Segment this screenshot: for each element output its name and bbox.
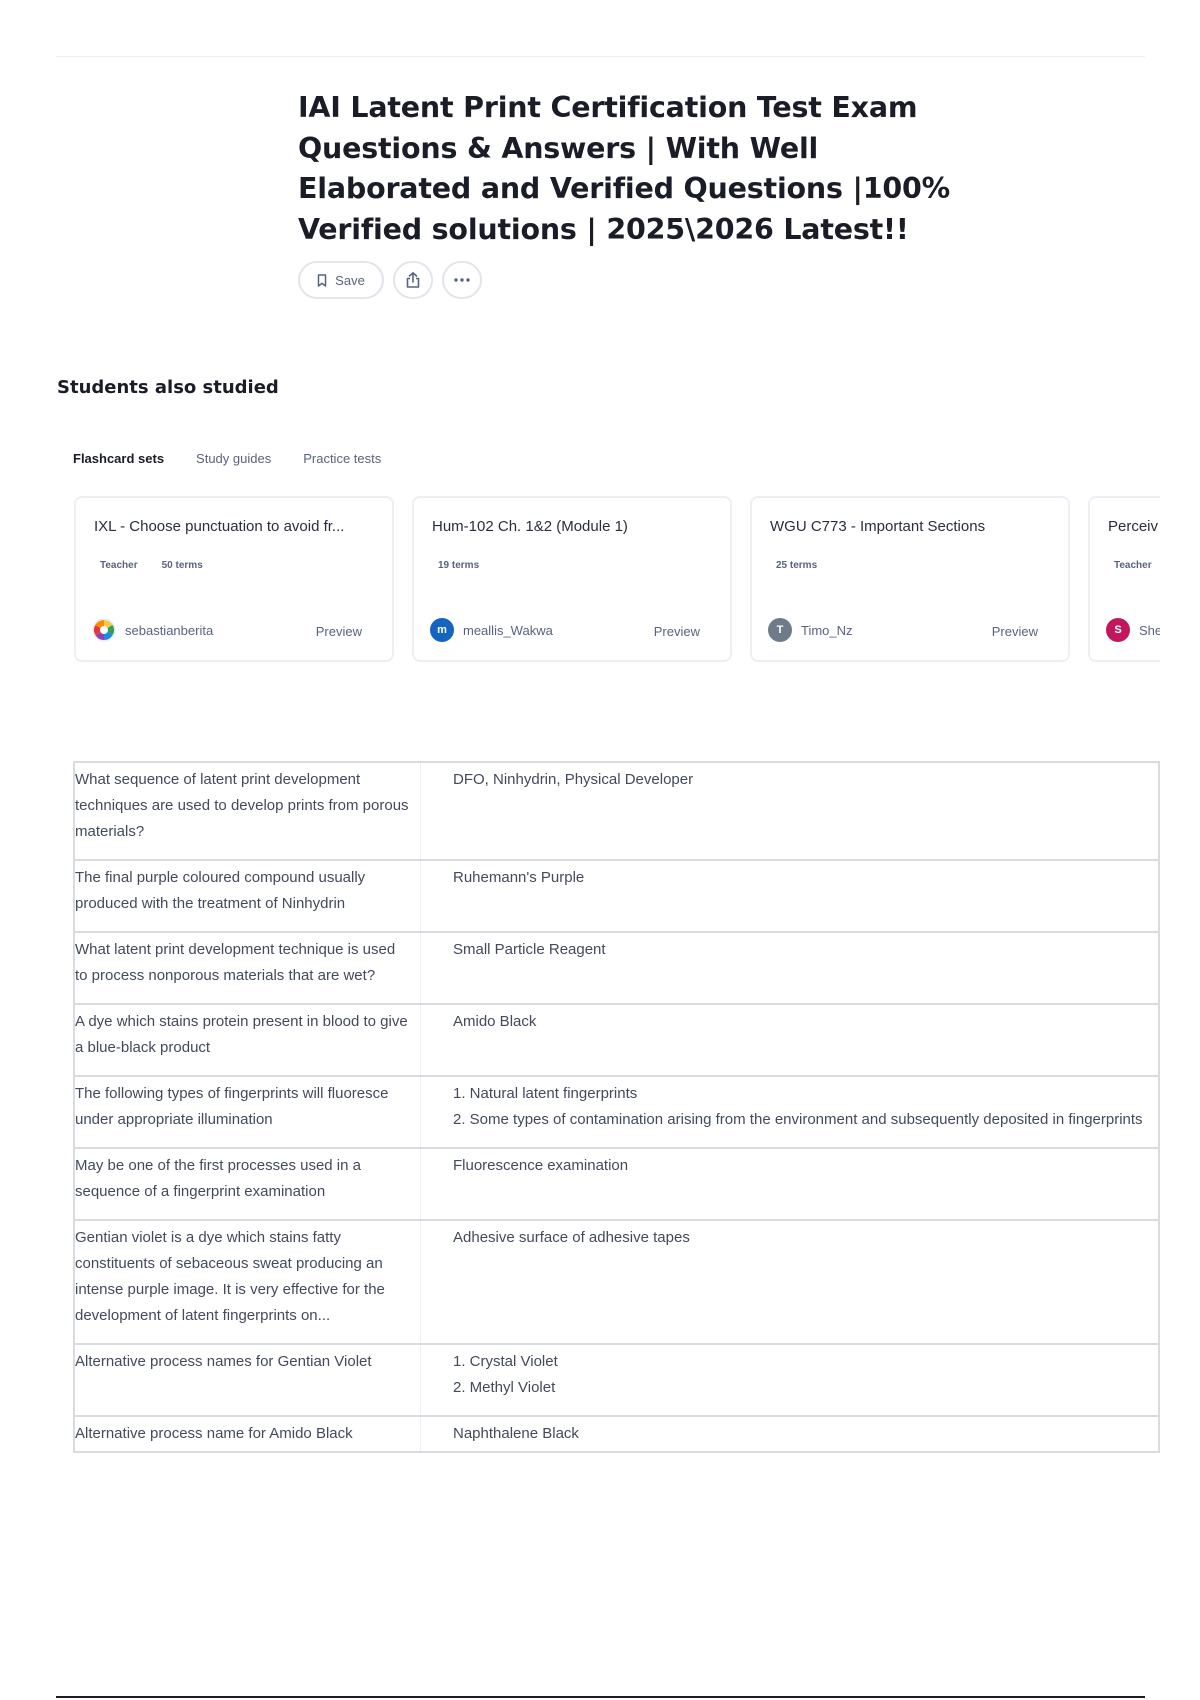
card-username[interactable]: meallis_Wakwa: [463, 623, 553, 638]
tab-study-guides[interactable]: Study guides: [196, 451, 271, 466]
study-set-card[interactable]: IXL - Choose punctuation to avoid fr... …: [74, 496, 394, 662]
card-role-label: Teacher: [100, 560, 138, 571]
table-row: Gentian violet is a dye which stains fat…: [74, 1220, 1159, 1345]
definition-cell: 1. Natural latent fingerprints 2. Some t…: [420, 1076, 1159, 1149]
term-cell: The final purple coloured compound usual…: [74, 860, 421, 933]
term-cell: Gentian violet is a dye which stains fat…: [74, 1220, 421, 1345]
term-cell: Alternative process name for Amido Black: [74, 1416, 421, 1453]
table-row: The final purple coloured compound usual…: [74, 860, 1159, 933]
card-username[interactable]: sebastianberita: [125, 623, 213, 638]
card-term-count: 25 terms: [776, 560, 818, 571]
students-also-studied-heading: Students also studied: [57, 377, 279, 398]
definition-cell: Adhesive surface of adhesive tapes: [420, 1220, 1159, 1345]
table-row: Alternative process names for Gentian Vi…: [74, 1344, 1159, 1417]
table-row: What sequence of latent print developmen…: [74, 762, 1159, 861]
card-author: m meallis_Wakwa: [430, 618, 553, 642]
share-icon: [406, 272, 420, 288]
card-preview-link[interactable]: Preview: [992, 624, 1038, 639]
table-row: Alternative process name for Amido Black…: [74, 1416, 1159, 1453]
card-title: WGU C773 - Important Sections: [770, 518, 986, 535]
card-username[interactable]: She: [1139, 623, 1160, 638]
top-divider: [56, 56, 1145, 57]
study-set-card[interactable]: WGU C773 - Important Sections 25 terms T…: [750, 496, 1070, 662]
study-set-carousel[interactable]: IXL - Choose punctuation to avoid fr... …: [74, 496, 1160, 666]
study-set-card[interactable]: Perceiv Teacher S She: [1088, 496, 1160, 662]
card-author: sebastianberita: [92, 618, 213, 642]
card-preview-link[interactable]: Preview: [316, 624, 362, 639]
card-title: IXL - Choose punctuation to avoid fr...: [94, 518, 345, 535]
tab-practice-tests[interactable]: Practice tests: [303, 451, 381, 466]
table-row: May be one of the first processes used i…: [74, 1148, 1159, 1221]
flashcard-table: What sequence of latent print developmen…: [73, 761, 1160, 1453]
share-button[interactable]: [393, 261, 433, 299]
study-type-tabs: Flashcard sets Study guides Practice tes…: [73, 451, 381, 466]
bottom-divider: [56, 1696, 1145, 1698]
avatar: T: [768, 618, 792, 642]
more-icon: [454, 278, 470, 282]
card-term-count: 50 terms: [161, 560, 203, 571]
card-username[interactable]: Timo_Nz: [801, 623, 853, 638]
card-meta: Teacher 50 terms: [100, 560, 203, 571]
term-cell: A dye which stains protein present in bl…: [74, 1004, 421, 1077]
card-meta: Teacher: [1114, 560, 1152, 571]
avatar: m: [430, 618, 454, 642]
card-author: T Timo_Nz: [768, 618, 853, 642]
term-cell: The following types of fingerprints will…: [74, 1076, 421, 1149]
card-author: S She: [1106, 618, 1160, 642]
bookmark-icon: [317, 273, 327, 287]
card-title: Hum-102 Ch. 1&2 (Module 1): [432, 518, 628, 535]
definition-cell: Small Particle Reagent: [420, 932, 1159, 1005]
card-preview-link[interactable]: Preview: [654, 624, 700, 639]
term-cell: Alternative process names for Gentian Vi…: [74, 1344, 421, 1417]
more-options-button[interactable]: [442, 261, 482, 299]
definition-cell: Ruhemann's Purple: [420, 860, 1159, 933]
page-title: IAI Latent Print Certification Test Exam…: [298, 91, 950, 246]
avatar: [92, 618, 116, 642]
term-cell: May be one of the first processes used i…: [74, 1148, 421, 1221]
table-row: The following types of fingerprints will…: [74, 1076, 1159, 1149]
study-set-card[interactable]: Hum-102 Ch. 1&2 (Module 1) 19 terms m me…: [412, 496, 732, 662]
definition-cell: DFO, Ninhydrin, Physical Developer: [420, 762, 1159, 861]
tab-flashcard-sets[interactable]: Flashcard sets: [73, 451, 164, 466]
save-button-label: Save: [335, 272, 365, 288]
action-bar: Save: [298, 261, 482, 299]
definition-cell: Naphthalene Black: [420, 1416, 1159, 1453]
card-role-label: Teacher: [1114, 560, 1152, 571]
card-term-count: 19 terms: [438, 560, 480, 571]
term-cell: What sequence of latent print developmen…: [74, 762, 421, 861]
definition-cell: Amido Black: [420, 1004, 1159, 1077]
card-title: Perceiv: [1108, 518, 1159, 535]
term-cell: What latent print development technique …: [74, 932, 421, 1005]
table-row: A dye which stains protein present in bl…: [74, 1004, 1159, 1077]
card-meta: 25 terms: [776, 560, 817, 571]
definition-cell: 1. Crystal Violet 2. Methyl Violet: [420, 1344, 1159, 1417]
avatar: S: [1106, 618, 1130, 642]
save-button[interactable]: Save: [298, 261, 384, 299]
table-row: What latent print development technique …: [74, 932, 1159, 1005]
card-meta: 19 terms: [438, 560, 479, 571]
definition-cell: Fluorescence examination: [420, 1148, 1159, 1221]
